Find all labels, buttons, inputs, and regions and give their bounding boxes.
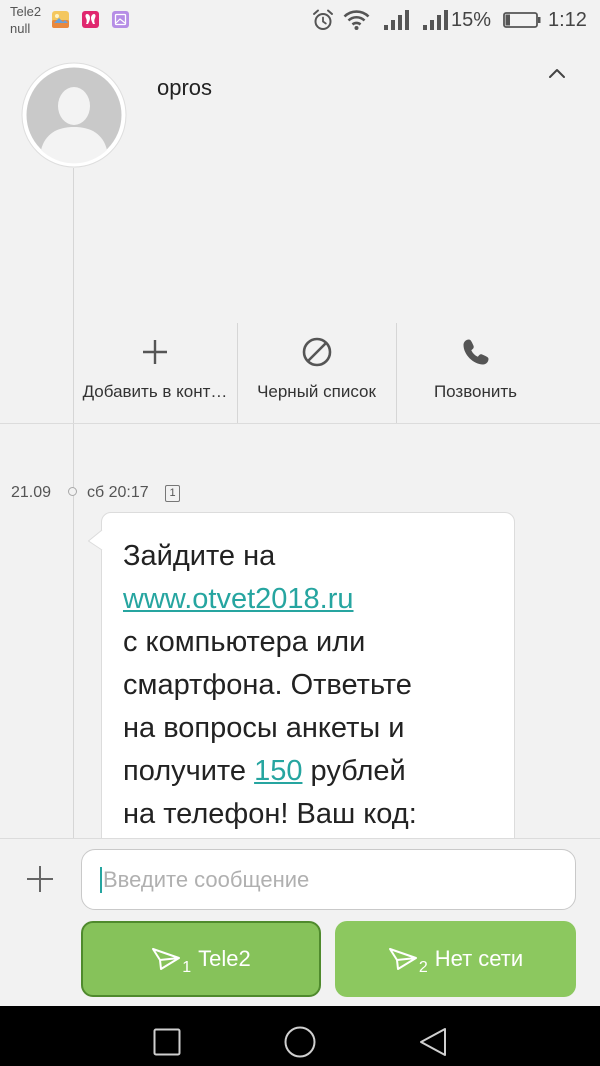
- recent-apps-icon[interactable]: [153, 1028, 181, 1056]
- blacklist-button[interactable]: Черный список: [237, 323, 396, 423]
- plus-icon: [143, 340, 167, 364]
- contact-actions-row: Добавить в конт… Черный список Позвонить: [0, 323, 600, 423]
- add-to-contacts-label: Добавить в конт…: [82, 382, 228, 401]
- carrier-status: null: [10, 21, 31, 36]
- action-divider: [396, 323, 397, 423]
- message-line: получите 150 рублей: [123, 750, 514, 793]
- message-bubble[interactable]: Зайдите на www.otvet2018.ru с компьютера…: [101, 512, 515, 838]
- message-time: сб 20:17: [87, 484, 149, 501]
- phone-icon: [463, 339, 488, 365]
- conversation-thread[interactable]: 21.09 сб 20:17 1 Зайдите на www.otvet201…: [0, 424, 600, 838]
- timeline-dot: [68, 487, 77, 496]
- battery-level-fill: [505, 14, 510, 26]
- contact-name: opros: [157, 75, 213, 100]
- sim-number: 1: [182, 959, 192, 976]
- wifi-icon: [343, 10, 370, 30]
- photo-icon: [52, 11, 69, 28]
- contact-avatar[interactable]: [21, 62, 127, 168]
- message-text: рублей: [302, 755, 406, 787]
- pink-app-icon: [82, 11, 99, 28]
- message-line: с компьютера или: [123, 626, 366, 658]
- carrier-name: Tele2: [10, 4, 42, 19]
- message-input[interactable]: [81, 849, 576, 910]
- signal-icon: [423, 10, 448, 30]
- navigation-bar: [0, 1006, 600, 1066]
- message-line: на вопросы анкеты и: [123, 712, 405, 744]
- send-sim1-label: Tele2: [198, 946, 251, 971]
- message-line: Зайдите на: [123, 540, 276, 572]
- image-icon: [112, 11, 129, 28]
- plus-icon[interactable]: [26, 865, 54, 893]
- battery-percentage: 15%: [451, 9, 492, 31]
- blacklist-label: Черный список: [257, 382, 376, 401]
- sim-badge: 1: [165, 485, 180, 502]
- home-icon[interactable]: [284, 1026, 316, 1058]
- carrier-info: Tele2 null: [10, 3, 41, 37]
- back-icon[interactable]: [419, 1027, 447, 1057]
- call-button[interactable]: Позвонить: [396, 323, 555, 423]
- message-number-link[interactable]: 150: [254, 755, 302, 787]
- action-divider: [237, 323, 238, 423]
- message-text: получите: [123, 755, 255, 787]
- message-line: смартфона. Ответьте: [123, 669, 412, 701]
- add-to-contacts-button[interactable]: Добавить в конт…: [73, 323, 237, 423]
- chevron-up-icon[interactable]: [547, 66, 567, 80]
- send-sim2-label: Нет сети: [434, 946, 524, 971]
- alarm-icon: [313, 9, 333, 30]
- message-line: www.otvet2018.ru: [123, 578, 514, 621]
- send-sim1-button[interactable]: 1 Tele2: [81, 921, 321, 997]
- battery-icon: [503, 12, 541, 28]
- text-cursor: [100, 867, 102, 893]
- bubble-tail: [88, 529, 103, 551]
- message-line: на телефон! Ваш код:: [123, 798, 417, 830]
- send-icon: [388, 948, 417, 970]
- message-date: 21.09: [11, 484, 52, 501]
- status-clock: 1:12: [548, 9, 587, 31]
- sim-number: 2: [418, 959, 428, 976]
- status-bar: Tele2 null 15% 1:12: [0, 0, 600, 40]
- signal-icon: [384, 10, 409, 30]
- send-icon: [152, 948, 181, 970]
- message-url-link[interactable]: www.otvet2018.ru: [123, 583, 354, 615]
- call-label: Позвонить: [433, 382, 518, 401]
- send-sim2-button[interactable]: 2 Нет сети: [335, 921, 576, 997]
- block-icon: [302, 337, 331, 367]
